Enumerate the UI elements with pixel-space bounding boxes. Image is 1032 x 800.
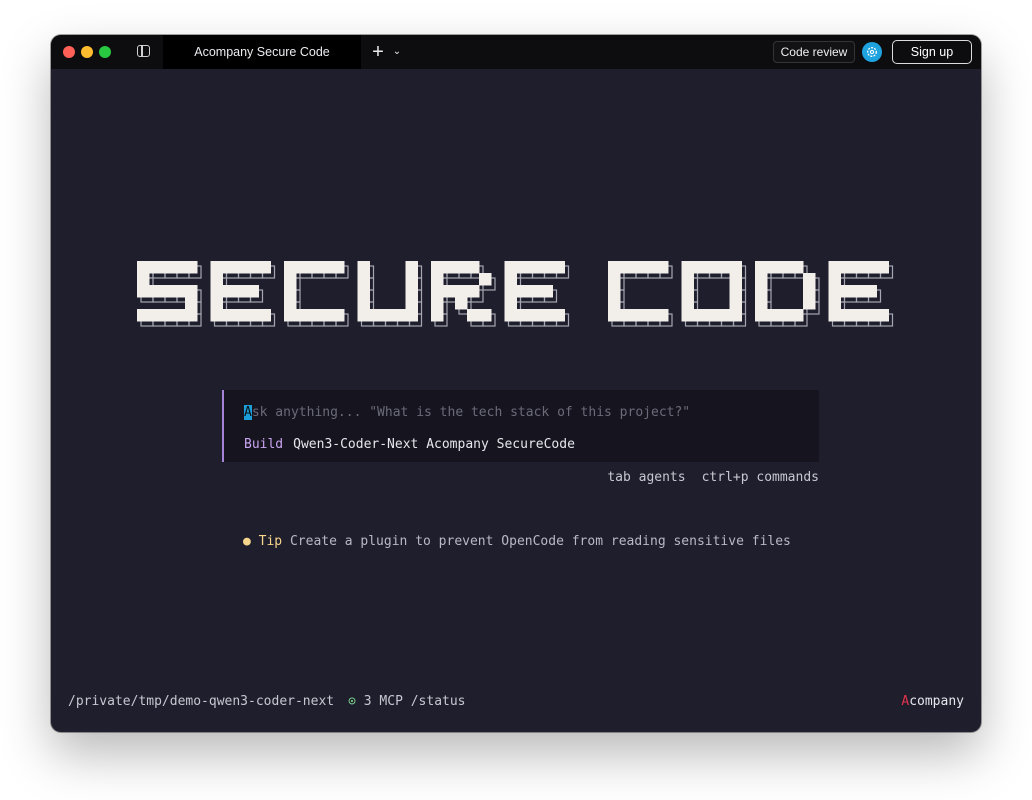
chevron-down-icon[interactable]: ⌄ (391, 43, 403, 61)
logo-letter-e (504, 261, 570, 327)
logo-letter-o (681, 261, 747, 327)
logo-letter-u (357, 261, 423, 327)
brand-rest: company (909, 694, 964, 709)
logo-letter-e (828, 261, 894, 327)
sign-up-label: Sign up (910, 45, 954, 59)
logo-letter-e (210, 261, 276, 327)
sidebar-toggle-icon[interactable] (137, 45, 150, 57)
minimize-window-button[interactable] (81, 46, 93, 58)
prompt-placeholder: sk anything... "What is the tech stack o… (251, 405, 691, 420)
logo-letter-d (755, 261, 820, 327)
logo-letter-r (431, 261, 496, 327)
mcp-status[interactable]: 3 MCP /status (364, 694, 466, 709)
secure-code-logo: SECURE CODE (137, 261, 894, 327)
prompt-input[interactable]: Ask anything... "What is the tech stack … (244, 405, 690, 420)
agents-hint: tab agents (607, 470, 686, 485)
working-directory: /private/tmp/demo-qwen3-coder-next (68, 694, 335, 709)
title-bar: Acompany Secure Code + ⌄ Code review Sig… (51, 35, 981, 69)
app-window: Acompany Secure Code + ⌄ Code review Sig… (51, 35, 981, 732)
text-cursor: A (244, 405, 252, 420)
keyboard-hints: tab agents ctrl+p commands (607, 470, 819, 485)
bullet-icon: ● (243, 534, 251, 549)
tab-title: Acompany Secure Code (194, 45, 330, 59)
status-bar-left: /private/tmp/demo-qwen3-coder-next ⊙ 3 MC… (68, 694, 466, 709)
code-review-label: Code review (780, 45, 848, 59)
sign-up-button[interactable]: Sign up (892, 40, 972, 64)
tip-label: Tip (258, 534, 283, 549)
maximize-window-button[interactable] (99, 46, 111, 58)
gear-icon[interactable] (862, 42, 882, 62)
model-name[interactable]: Qwen3-Coder-Next Acompany SecureCode (293, 437, 575, 452)
mcp-status-icon: ⊙ (348, 694, 356, 709)
plus-icon[interactable]: + (369, 41, 387, 63)
agent-mode[interactable]: Build (244, 437, 283, 452)
code-review-button[interactable]: Code review (773, 41, 855, 63)
agent-model-line: Build Qwen3-Coder-Next Acompany SecureCod… (244, 437, 575, 452)
logo-letter-c (284, 261, 349, 327)
tab-acompany-secure-code[interactable]: Acompany Secure Code (163, 35, 361, 69)
commands-hint: ctrl+p commands (701, 470, 819, 485)
tip-message: ● Tip Create a plugin to prevent OpenCod… (243, 534, 791, 549)
prompt-input-box[interactable]: Ask anything... "What is the tech stack … (222, 390, 819, 462)
brand-label: Acompany (901, 694, 964, 709)
close-window-button[interactable] (63, 46, 75, 58)
logo-letter-c (608, 261, 673, 327)
tip-text: Create a plugin to prevent OpenCode from… (289, 534, 791, 549)
logo-letter-s (137, 261, 202, 327)
